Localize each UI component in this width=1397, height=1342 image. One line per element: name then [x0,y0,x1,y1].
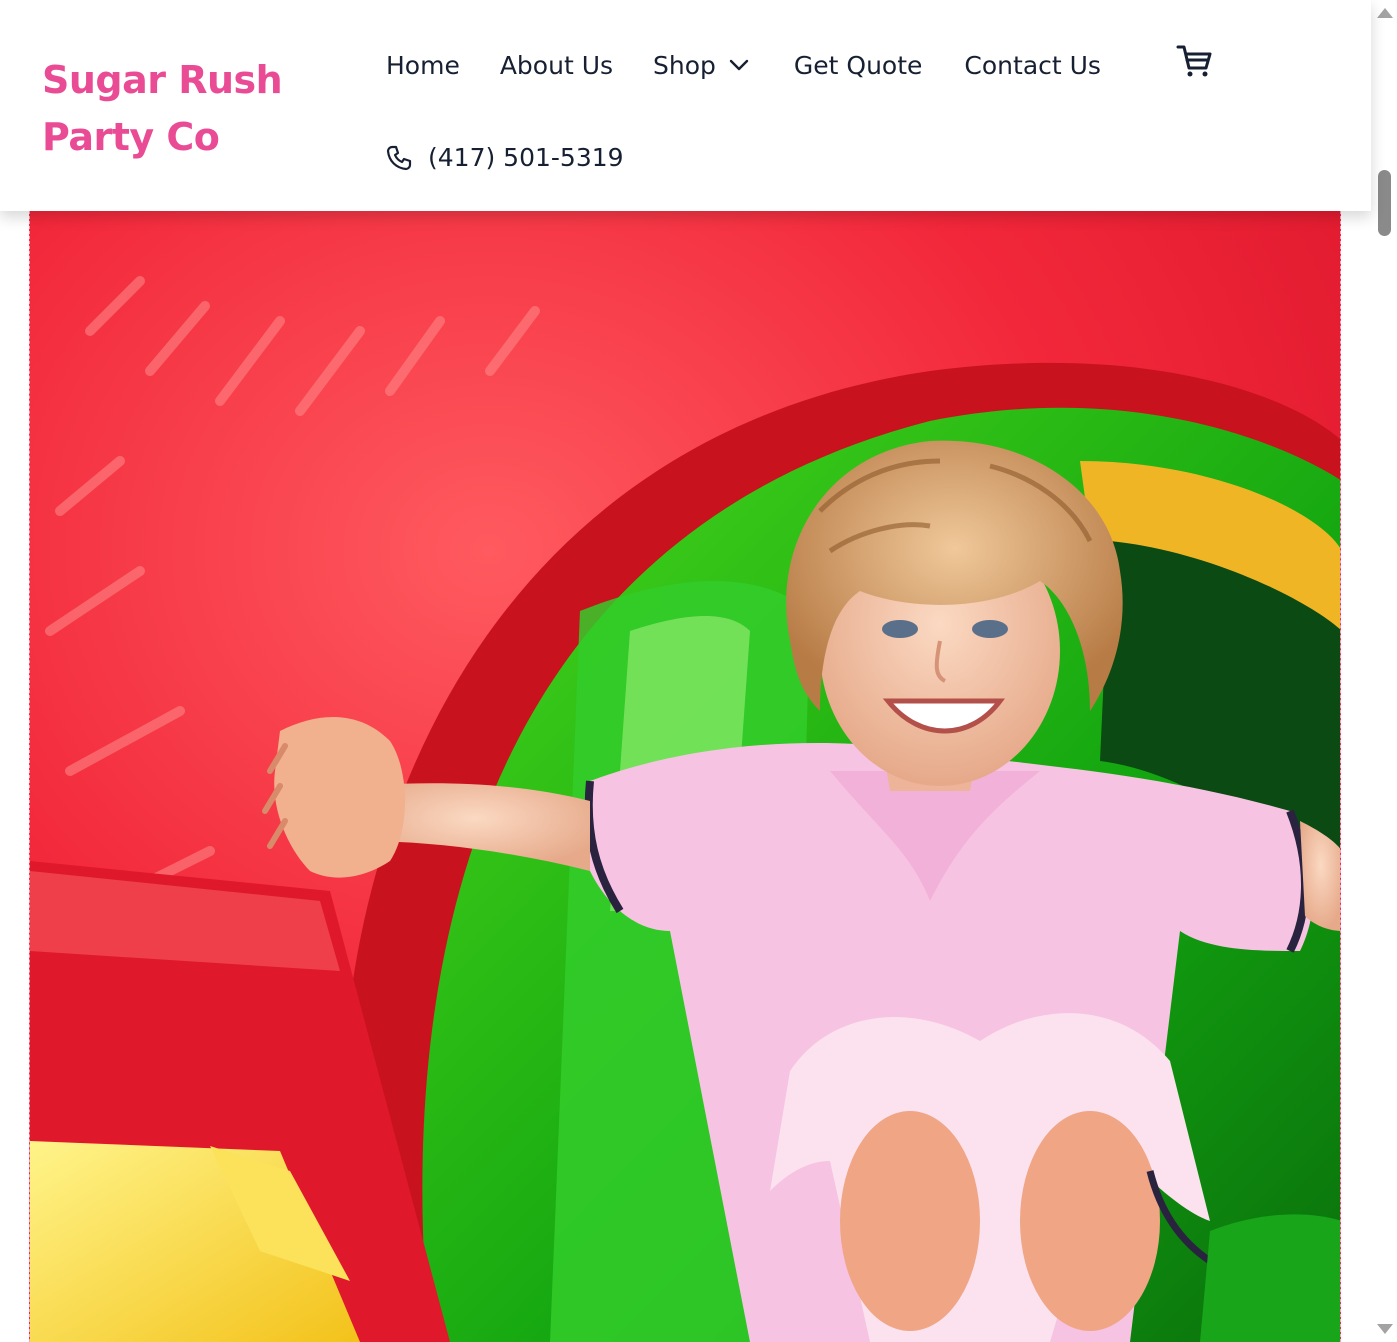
phone-number: (417) 501-5319 [428,143,624,172]
site-header: Sugar Rush Party Co Home About Us Shop G… [0,0,1371,211]
nav-contact-us[interactable]: Contact Us [964,51,1101,80]
page: Sugar Rush Party Co Home About Us Shop G… [0,0,1397,1342]
scroll-down-arrow-icon[interactable] [1377,1324,1393,1334]
nav-home[interactable]: Home [386,51,460,80]
hero-photo [30,211,1340,1342]
nav-shop-label: Shop [653,50,716,80]
site-logo[interactable]: Sugar Rush Party Co [42,52,387,166]
scroll-up-arrow-icon[interactable] [1377,8,1393,18]
nav-shop[interactable]: Shop [653,51,750,80]
cart-icon [1176,45,1212,77]
nav-about-us[interactable]: About Us [500,51,613,80]
phone-link[interactable]: (417) 501-5319 [386,143,624,172]
hero-image [29,211,1341,1342]
phone-icon [386,145,412,170]
nav-get-quote[interactable]: Get Quote [794,51,923,80]
main-nav: Home About Us Shop Get Quote Contact Us [386,44,1157,86]
page-scrollbar[interactable] [1371,0,1397,1342]
scroll-thumb[interactable] [1378,170,1391,236]
chevron-down-icon [729,59,749,71]
cart-button[interactable] [1176,43,1212,79]
